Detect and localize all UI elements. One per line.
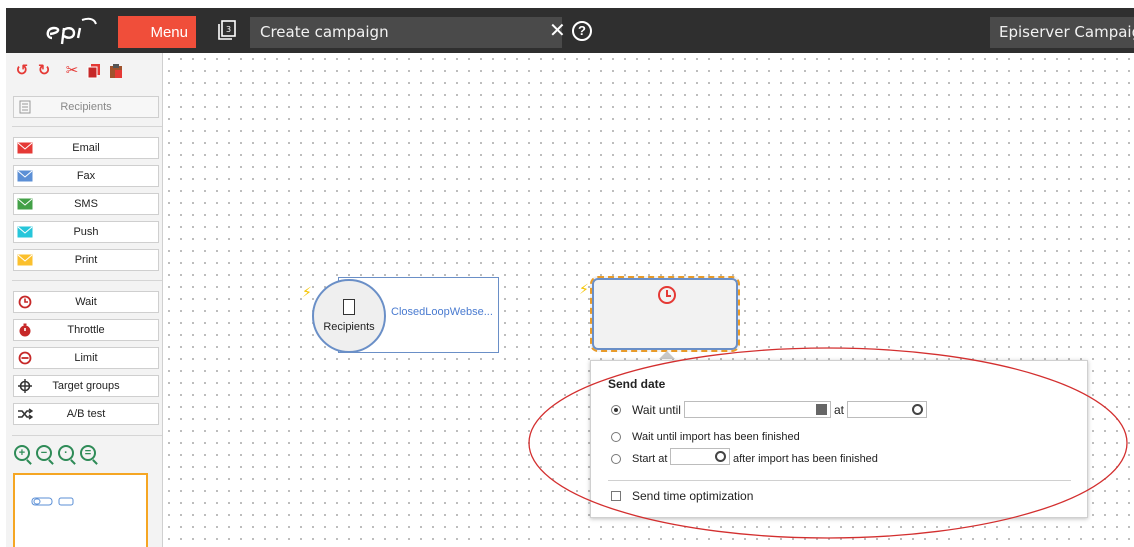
sidebar-item-wait[interactable]: Wait — [13, 291, 159, 313]
trigger-bolt-icon: ⚡ — [579, 281, 589, 297]
sidebar-item-sms[interactable]: SMS — [13, 193, 159, 215]
minimap-preview — [31, 497, 74, 506]
sidebar-item-label: Throttle — [67, 324, 105, 336]
radio-wait-import[interactable] — [611, 432, 621, 442]
cut-icon[interactable]: ✂ — [64, 63, 80, 79]
envelope-icon — [14, 250, 36, 270]
trigger-bolt-icon: ⚡ — [302, 284, 312, 300]
redo-icon[interactable]: ↻ — [36, 63, 52, 79]
radio-wait-until[interactable] — [611, 405, 621, 415]
sidebar-item-label: Target groups — [52, 380, 120, 392]
start-at-label: Start at — [632, 453, 668, 465]
shuffle-icon — [14, 404, 36, 424]
recipients-node[interactable]: Recipients — [312, 279, 386, 353]
envelope-icon — [14, 194, 36, 214]
recipient-list-name[interactable]: ClosedLoopWebse... — [391, 306, 496, 318]
campaign-title-text: Create campaign — [260, 23, 389, 41]
sidebar-item-fax[interactable]: Fax — [13, 165, 159, 187]
copy-icon[interactable] — [86, 63, 102, 79]
menu-button[interactable]: Menu — [118, 16, 196, 48]
sidebar-item-limit[interactable]: Limit — [13, 347, 159, 369]
sidebar-item-push[interactable]: Push — [13, 221, 159, 243]
clock-icon — [14, 292, 36, 312]
app-name-text: Episerver Campaign — [999, 23, 1134, 41]
edit-toolbar: ↺ ↻ ✂ — [14, 63, 124, 79]
paste-icon[interactable] — [108, 63, 124, 79]
sidebar-item-label: Wait — [75, 296, 97, 308]
sidebar-item-label: A/B test — [66, 408, 106, 420]
popup-pointer — [659, 351, 675, 359]
wait-until-label: Wait until — [632, 403, 681, 417]
zoom-reset-icon[interactable]: · — [58, 445, 74, 461]
stopwatch-icon — [14, 320, 36, 340]
sidebar-item-label: Push — [73, 226, 99, 238]
campaign-title-field[interactable]: Create campaign — [250, 17, 562, 48]
sidebar-divider — [12, 126, 162, 127]
envelope-icon — [14, 222, 36, 242]
start-at-time-field[interactable] — [670, 448, 730, 465]
counter-value: 3 — [226, 25, 231, 34]
sidebar-divider — [12, 280, 162, 281]
close-icon[interactable]: ✕ — [549, 18, 566, 44]
at-label: at — [834, 403, 845, 417]
recipients-node-label: Recipients — [323, 321, 375, 333]
send-date-heading: Send date — [608, 377, 666, 391]
undo-icon[interactable]: ↺ — [14, 63, 30, 79]
help-icon[interactable]: ? — [572, 21, 592, 41]
window-counter-icon[interactable]: 3 — [218, 20, 236, 40]
zoom-out-icon[interactable]: − — [36, 445, 52, 461]
document-icon — [343, 299, 355, 315]
wait-import-label: Wait until import has been finished — [632, 431, 800, 443]
menu-label: Menu — [150, 23, 188, 41]
sidebar-item-throttle[interactable]: Throttle — [13, 319, 159, 341]
sidebar-divider — [12, 435, 162, 436]
wait-until-date-field[interactable] — [684, 401, 831, 418]
clock-icon[interactable] — [912, 404, 923, 415]
envelope-icon — [14, 166, 36, 186]
minimap[interactable] — [13, 473, 148, 547]
envelope-icon — [14, 138, 36, 158]
limit-icon — [14, 348, 36, 368]
epi-logo — [46, 17, 97, 45]
send-time-optimization-checkbox[interactable] — [611, 491, 621, 501]
sidebar-item-label: Fax — [76, 170, 96, 182]
recipients-label: Recipients — [60, 101, 112, 113]
popup-divider — [608, 480, 1071, 481]
sidebar-item-label: SMS — [74, 198, 98, 210]
calendar-icon[interactable] — [816, 404, 827, 415]
top-bar: Menu 3 Create campaign ✕ ? Episerver Cam… — [6, 8, 1134, 53]
zoom-in-icon[interactable]: + — [14, 445, 30, 461]
radio-start-at[interactable] — [611, 454, 621, 464]
clock-icon[interactable] — [715, 451, 726, 462]
after-import-label: after import has been finished — [733, 453, 878, 465]
sidebar-item-ab-test[interactable]: A/B test — [13, 403, 159, 425]
zoom-controls: + − · = — [14, 445, 96, 461]
sidebar-item-target-groups[interactable]: Target groups — [13, 375, 159, 397]
wait-node[interactable] — [590, 276, 740, 352]
crosshair-icon — [14, 376, 36, 396]
document-icon — [14, 97, 36, 117]
recipients-button: Recipients — [13, 96, 159, 118]
zoom-fit-icon[interactable]: = — [80, 445, 96, 461]
sidebar: ↺ ↻ ✂ Recipients Email Fax SMS Push Prin… — [6, 53, 163, 547]
clock-icon — [658, 286, 676, 304]
send-date-popup: Send date Wait until at Wait until impor… — [590, 360, 1088, 518]
sidebar-item-print[interactable]: Print — [13, 249, 159, 271]
sidebar-item-label: Print — [74, 254, 98, 266]
app-name-field: Episerver Campaign — [990, 17, 1134, 48]
sidebar-item-label: Email — [72, 142, 100, 154]
sidebar-item-email[interactable]: Email — [13, 137, 159, 159]
sidebar-item-label: Limit — [74, 352, 98, 364]
wait-until-time-field[interactable] — [847, 401, 927, 418]
send-time-optimization-label: Send time optimization — [632, 489, 754, 503]
